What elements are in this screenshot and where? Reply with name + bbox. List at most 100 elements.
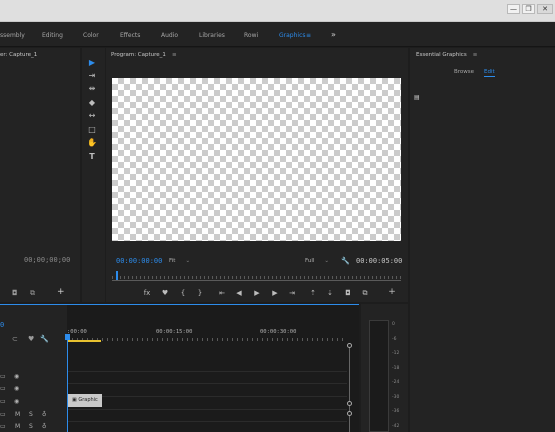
mark-in-icon[interactable]: { (178, 289, 188, 297)
type-tool-icon[interactable]: T (86, 152, 98, 162)
extract-icon[interactable]: ⇣ (325, 289, 335, 297)
vertical-scrollbar[interactable] (349, 345, 350, 432)
new-layer-icon[interactable]: ▤ (414, 94, 420, 101)
source-timecode[interactable]: 00;00;00;00 (24, 256, 70, 264)
add-button-icon[interactable]: + (57, 287, 65, 297)
timeline-playhead-line[interactable] (67, 334, 68, 432)
audio-meter (369, 320, 389, 432)
track-output-icon[interactable]: ▭ (0, 398, 6, 405)
workspace-tab-color[interactable]: Color (83, 32, 99, 39)
mute-toggle[interactable]: M (15, 411, 20, 418)
add-button-icon[interactable]: + (387, 287, 397, 297)
time-ruler[interactable]: :00:00 00:00:15:00 00:00:30:00 (67, 327, 347, 341)
ruler-ticks (67, 338, 347, 341)
go-to-in-icon[interactable]: ⇤ (217, 289, 227, 297)
camera-icon[interactable]: ◘ (343, 289, 353, 297)
chevron-down-icon: ⌄ (185, 258, 191, 264)
resolution-dropdown[interactable]: Full ⌄ (305, 258, 329, 264)
track-output-icon[interactable]: ▭ (0, 411, 6, 418)
scroll-handle-top[interactable] (347, 343, 352, 348)
lift-icon[interactable]: ⇡ (308, 289, 318, 297)
workspace-tab-assembly[interactable]: ssembly (0, 32, 25, 39)
hand-tool-icon[interactable]: ✋ (86, 138, 98, 148)
ruler-label: 00:00:30:00 (260, 329, 297, 335)
playhead[interactable] (116, 271, 118, 280)
track-divider (67, 383, 347, 384)
scroll-handle-audio[interactable] (347, 411, 352, 416)
mute-toggle[interactable]: M (15, 423, 20, 430)
window-title-bar: — ❐ ✕ (0, 0, 555, 22)
eye-icon[interactable]: ◉ (14, 385, 19, 392)
panel-menu-icon[interactable]: ≡ (172, 52, 177, 58)
workspace-tab-effects[interactable]: Effects (120, 32, 140, 39)
eye-icon[interactable]: ◉ (14, 373, 19, 380)
solo-toggle[interactable]: S (29, 423, 33, 430)
work-area-bar[interactable] (67, 340, 101, 342)
marker-icon[interactable]: ♥ (28, 335, 34, 343)
audio-meter-panel: 0 -6 -12 -18 -24 -30 -36 -42 (361, 304, 408, 432)
tab-edit[interactable]: Edit (484, 69, 495, 77)
track-output-icon[interactable]: ▭ (0, 385, 6, 392)
timeline-playhead-handle[interactable] (65, 334, 70, 340)
workspace-tab-audio[interactable]: Audio (161, 32, 178, 39)
wrench-icon[interactable]: 🔧 (341, 257, 350, 265)
workspace-bar: ssembly Editing Color Effects Audio Libr… (0, 22, 555, 47)
selection-tool-icon[interactable]: ▶ (86, 58, 98, 68)
pen-tool-icon[interactable]: □ (86, 125, 98, 135)
go-to-out-icon[interactable]: ⇥ (287, 289, 297, 297)
solo-toggle[interactable]: S (29, 411, 33, 418)
wrench-icon[interactable]: 🔧 (40, 335, 49, 343)
workspace-tab-libraries[interactable]: Libraries (199, 32, 225, 39)
timeline-timecode[interactable]: 0 (0, 321, 4, 329)
more-workspaces-icon[interactable]: » (331, 30, 336, 39)
compare-icon[interactable]: ⧉ (30, 289, 35, 298)
step-back-icon[interactable]: ◀ (234, 289, 244, 297)
microphone-icon[interactable]: ♁ (42, 423, 46, 430)
db-label: -12 (392, 351, 400, 356)
zoom-value: Fit (169, 258, 176, 264)
source-panel-title[interactable]: er: Capture_1 (0, 52, 37, 58)
video-track-v2: ▭ ◉ (0, 385, 67, 395)
fx-icon[interactable]: fx (142, 289, 152, 297)
program-panel-title[interactable]: Program: Capture_1 ≡ (111, 52, 177, 58)
marker-icon[interactable]: ♥ (160, 289, 170, 297)
workspace-tab-rowi[interactable]: Rowi (244, 32, 258, 39)
compare-icon[interactable]: ⧉ (360, 289, 370, 298)
step-forward-icon[interactable]: ▶ (270, 289, 280, 297)
restore-button[interactable]: ❐ (522, 4, 535, 14)
track-select-tool-icon[interactable]: ⇥ (86, 71, 98, 81)
program-scrubber[interactable] (112, 271, 401, 283)
ruler-label: 00:00:15:00 (156, 329, 193, 335)
tab-browse[interactable]: Browse (454, 69, 474, 75)
timeline-tracks-area[interactable]: :00:00 00:00:15:00 00:00:30:00 ▣ Graphic (65, 305, 359, 432)
workspace-tab-graphics[interactable]: Graphics (279, 32, 306, 39)
workspace-menu-icon[interactable]: ≡ (306, 32, 311, 39)
scroll-handle-bottom[interactable] (347, 401, 352, 406)
db-label: -24 (392, 380, 400, 385)
program-canvas[interactable] (112, 78, 401, 241)
camera-icon[interactable]: ◘ (12, 289, 18, 297)
current-timecode[interactable]: 00:00:00:00 (116, 257, 162, 265)
close-button[interactable]: ✕ (537, 4, 553, 14)
mark-out-icon[interactable]: } (195, 289, 205, 297)
ripple-edit-tool-icon[interactable]: ⇹ (86, 84, 98, 94)
track-output-icon[interactable]: ▭ (0, 423, 6, 430)
minimize-button[interactable]: — (507, 4, 520, 14)
essential-graphics-title[interactable]: Essential Graphics ≡ (416, 52, 477, 58)
track-output-icon[interactable]: ▭ (0, 373, 6, 380)
slip-tool-icon[interactable]: ↔ (86, 111, 98, 121)
microphone-icon[interactable]: ♁ (42, 411, 46, 418)
graphic-clip[interactable]: ▣ Graphic (68, 394, 102, 407)
track-headers: 0 ⊂ ♥ 🔧 ▭ ◉ ▭ ◉ ▭ ◉ ▭ M S ♁ ▭ M S ♁ (0, 305, 67, 432)
db-label: -18 (392, 366, 400, 371)
video-track-v1: ▭ ◉ (0, 398, 67, 408)
eye-icon[interactable]: ◉ (14, 398, 19, 405)
essential-graphics-title-label: Essential Graphics (416, 52, 467, 58)
play-icon[interactable]: ▶ (252, 289, 262, 297)
workspace-tab-editing[interactable]: Editing (42, 32, 63, 39)
razor-tool-icon[interactable]: ◆ (86, 98, 98, 108)
snap-icon[interactable]: ⊂ (12, 335, 18, 343)
zoom-dropdown[interactable]: Fit ⌄ (169, 258, 190, 264)
resolution-value: Full (305, 258, 315, 264)
panel-menu-icon[interactable]: ≡ (473, 52, 478, 58)
